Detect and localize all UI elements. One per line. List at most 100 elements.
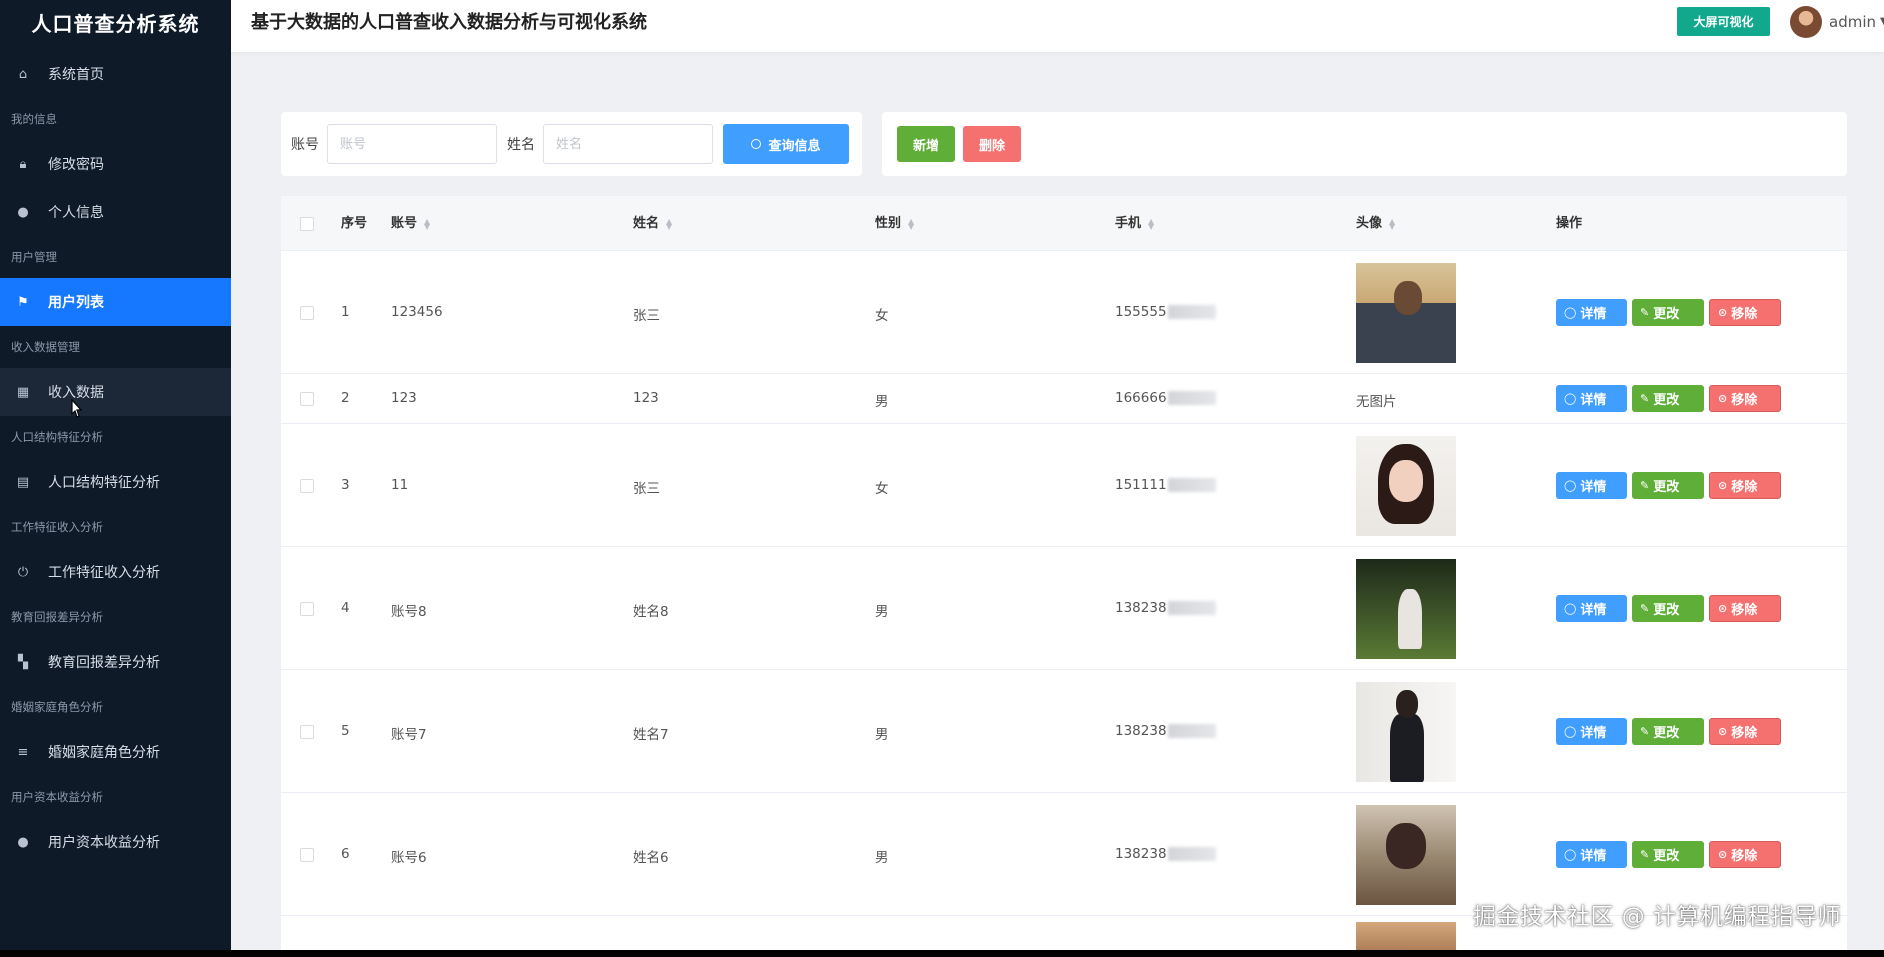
sort-icon[interactable]: ▲ ▼ [424, 217, 430, 230]
search-icon: ◯ [1564, 392, 1577, 405]
sidebar-item-15[interactable]: ≡ 婚姻家庭角色分析 [0, 728, 231, 776]
avatar-image [1356, 922, 1456, 950]
sort-icon[interactable]: ▲ ▼ [666, 217, 672, 230]
query-button-label: 查询信息 [768, 137, 821, 153]
row-checkbox[interactable] [300, 601, 314, 616]
home-icon: ⌂ [18, 66, 28, 82]
detail-button[interactable]: ◯ 详情 [1556, 840, 1627, 868]
sidebar-item-2[interactable]: 🔒︎ 修改密码 [0, 140, 231, 188]
edit-button[interactable]: ✎ 更改 [1632, 594, 1704, 622]
row-checkbox[interactable] [300, 392, 314, 406]
sort-icon[interactable]: ▲ ▼ [1148, 217, 1154, 230]
list-icon: ≡ [17, 744, 29, 760]
sidebar-item-11[interactable]: ⏻ 工作特征收入分析 [0, 548, 231, 596]
remove-button[interactable]: ⊙ 移除 [1709, 471, 1781, 499]
delete-button[interactable]: 删除 [963, 126, 1021, 162]
clipboard-icon: ▤ [16, 474, 30, 490]
name-search-input[interactable] [543, 124, 713, 164]
remove-label: 移除 [1731, 848, 1758, 864]
edit-button[interactable]: ✎ 更改 [1632, 717, 1704, 745]
sidebar-item-label: 修改密码 [48, 157, 104, 173]
edit-button[interactable]: ✎ 更改 [1632, 471, 1704, 499]
sort-icon[interactable]: ▲ ▼ [1389, 217, 1395, 230]
sidebar-item-9[interactable]: ▤ 人口结构特征分析 [0, 458, 231, 506]
sidebar-group-label: 教育回报差异分析 [11, 610, 103, 624]
edit-label: 更改 [1653, 848, 1680, 864]
col-phone[interactable]: 手机 ▲ ▼ [1115, 196, 1154, 251]
detail-button[interactable]: ◯ 详情 [1556, 471, 1627, 499]
row-actions: ◯ 详情 ✎ 更改 ⊙ 移除 [1556, 717, 1781, 745]
app-frame: 人口普查分析系统 ⌂ 系统首页 我的信息 🔒︎ 修改密码 ● 个人信息 用户管理 ⚑ 用户列表 收入… [0, 0, 1884, 950]
detail-label: 详情 [1580, 848, 1607, 864]
row-checkbox[interactable] [300, 305, 314, 320]
col-gender[interactable]: 性别 ▲ ▼ [875, 196, 914, 251]
edit-button[interactable]: ✎ 更改 [1632, 840, 1704, 868]
edit-label: 更改 [1653, 479, 1680, 495]
sidebar-item-5[interactable]: ⚑ 用户列表 [0, 278, 231, 326]
cell-gender: 女 [875, 480, 889, 497]
edit-button[interactable]: ✎ 更改 [1632, 385, 1704, 412]
chevron-down-icon[interactable]: ▼ [1880, 0, 1884, 44]
sidebar-item-label: 婚姻家庭角色分析 [48, 745, 160, 761]
cell-phone: 155555 [1115, 304, 1216, 320]
row-checkbox[interactable] [300, 478, 314, 493]
table-header: 序号 账号 ▲ ▼ 姓名 ▲ ▼ 性别 ▲ ▼ 手机 ▲ ▼ 头像 ▲ ▼ 操作 [281, 196, 1847, 251]
watermark: 掘金技术社区 @ 计算机编程指导师 [1473, 904, 1842, 930]
username-label[interactable]: admin [1829, 0, 1876, 44]
cell-account: 账号8 [391, 603, 427, 620]
query-button[interactable]: 查询信息 [723, 124, 849, 164]
sidebar-item-17[interactable]: ● 用户资本收益分析 [0, 818, 231, 866]
col-avatar[interactable]: 头像 ▲ ▼ [1356, 196, 1395, 251]
detail-button[interactable]: ◯ 详情 [1556, 594, 1627, 622]
sidebar-item-13[interactable]: ▚ 教育回报差异分析 [0, 638, 231, 686]
cell-index: 5 [341, 722, 350, 739]
row-checkbox[interactable] [300, 847, 314, 862]
sidebar-item-3[interactable]: ● 个人信息 [0, 188, 231, 236]
detail-button[interactable]: ◯ 详情 [1556, 717, 1627, 745]
cell-gender: 男 [875, 603, 889, 620]
sidebar-item-label: 人口结构特征分析 [48, 475, 160, 491]
col-index: 序号 [341, 216, 368, 231]
avatar-image [1356, 681, 1456, 782]
account-search-input[interactable] [327, 124, 497, 164]
col-name[interactable]: 姓名 ▲ ▼ [633, 196, 672, 251]
dashboard-button[interactable]: 大屏可视化 [1677, 7, 1770, 36]
cell-phone: 138238 [1115, 600, 1216, 616]
edit-button[interactable]: ✎ 更改 [1632, 298, 1704, 326]
pencil-icon: ✎ [1640, 724, 1650, 738]
sidebar-nav: ⌂ 系统首页 我的信息 🔒︎ 修改密码 ● 个人信息 用户管理 ⚑ 用户列表 收入数据管理 ▦ 收入数据… [0, 50, 231, 866]
remove-button[interactable]: ⊙ 移除 [1709, 840, 1781, 868]
remove-button[interactable]: ⊙ 移除 [1709, 385, 1781, 412]
sidebar-group-label: 用户资本收益分析 [11, 790, 103, 804]
sidebar: 人口普查分析系统 ⌂ 系统首页 我的信息 🔒︎ 修改密码 ● 个人信息 用户管理 ⚑ 用户列表 收入… [0, 0, 231, 950]
cell-phone-value: 138238 [1115, 599, 1167, 616]
row-actions: ◯ 详情 ✎ 更改 ⊙ 移除 [1556, 594, 1781, 622]
select-all-checkbox[interactable] [300, 217, 314, 231]
remove-label: 移除 [1731, 306, 1758, 322]
sidebar-item-0[interactable]: ⌂ 系统首页 [0, 50, 231, 98]
detail-button[interactable]: ◯ 详情 [1556, 385, 1627, 412]
sidebar-item-label: 工作特征收入分析 [48, 565, 160, 581]
pencil-icon: ✎ [1640, 847, 1650, 861]
remove-button[interactable]: ⊙ 移除 [1709, 298, 1781, 326]
detail-button[interactable]: ◯ 详情 [1556, 298, 1627, 326]
table-row: 5 账号7 姓名7 男 138238 ◯ 详情 ✎ 更改 ⊙ 移除 [281, 670, 1847, 793]
remove-label: 移除 [1731, 479, 1758, 495]
sidebar-group-label: 工作特征收入分析 [11, 520, 103, 534]
sort-icon[interactable]: ▲ ▼ [908, 217, 914, 230]
remove-button[interactable]: ⊙ 移除 [1709, 717, 1781, 745]
col-account[interactable]: 账号 ▲ ▼ [391, 196, 430, 251]
row-checkbox[interactable] [300, 724, 314, 739]
edit-label: 更改 [1653, 393, 1680, 408]
add-button[interactable]: 新增 [897, 126, 955, 162]
avatar-image [1356, 435, 1456, 536]
user-avatar[interactable] [1790, 6, 1822, 38]
redacted-mask [1167, 600, 1216, 615]
sidebar-item-7[interactable]: ▦ 收入数据 [0, 368, 231, 416]
col-avatar-label: 头像 [1356, 216, 1383, 231]
cell-index: 6 [341, 845, 350, 862]
sidebar-group-label: 人口结构特征分析 [11, 430, 103, 444]
search-icon: ◯ [1564, 601, 1577, 615]
sidebar-item-label: 用户资本收益分析 [48, 835, 160, 851]
remove-button[interactable]: ⊙ 移除 [1709, 594, 1781, 622]
